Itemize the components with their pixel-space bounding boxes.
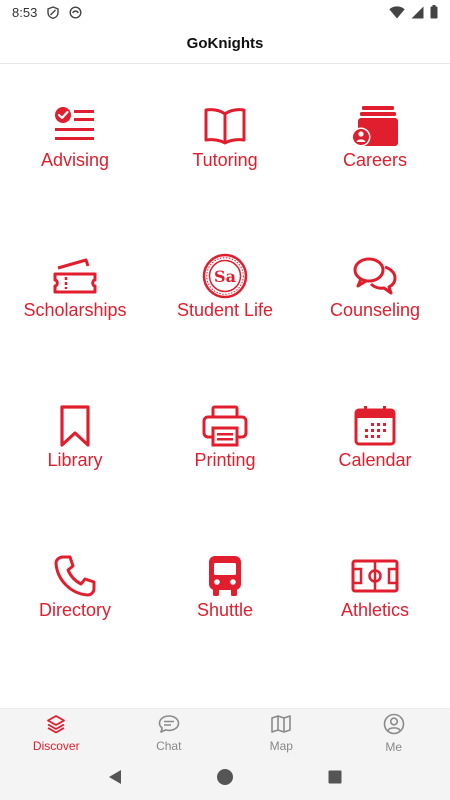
- back-button[interactable]: [103, 767, 127, 791]
- tile-directory[interactable]: Directory: [0, 514, 150, 664]
- chat-bubbles-icon: [351, 254, 399, 298]
- recents-button[interactable]: [323, 767, 347, 791]
- bookmark-icon: [51, 404, 99, 448]
- printer-icon: [201, 404, 249, 448]
- tile-student-life[interactable]: Sa Student Life: [150, 214, 300, 364]
- system-nav-bar: [0, 758, 450, 800]
- nav-chat[interactable]: Chat: [113, 709, 226, 758]
- ticket-icon: [51, 254, 99, 298]
- tile-advising[interactable]: Advising: [0, 64, 150, 214]
- layers-icon: [46, 714, 66, 737]
- tile-label: Shuttle: [196, 600, 254, 620]
- tile-label: Calendar: [338, 450, 412, 470]
- tile-label: Student Life: [176, 300, 274, 320]
- discover-grid: Advising Tutoring Careers Scholarships S…: [0, 64, 450, 708]
- tile-label: Directory: [38, 600, 111, 620]
- tile-label: Library: [47, 450, 103, 470]
- tile-printing[interactable]: Printing: [150, 364, 300, 514]
- tile-label: Scholarships: [23, 300, 127, 320]
- bottom-nav: Discover Chat Map Me: [0, 708, 450, 758]
- status-time: 8:53: [12, 4, 38, 20]
- signal-icon: [411, 6, 424, 19]
- app-header: GoKnights: [0, 24, 450, 64]
- field-icon: [351, 554, 399, 598]
- tile-label: Printing: [194, 450, 256, 470]
- tile-label: Athletics: [340, 600, 410, 620]
- student-life-logo-text: Sa: [214, 267, 236, 286]
- tile-scholarships[interactable]: Scholarships: [0, 214, 150, 364]
- nav-me[interactable]: Me: [338, 709, 450, 758]
- tile-shuttle[interactable]: Shuttle: [150, 514, 300, 664]
- nav-label: Discover: [32, 739, 80, 753]
- student-life-logo-icon: Sa: [201, 253, 249, 299]
- careers-icon: [351, 104, 399, 148]
- tile-counseling[interactable]: Counseling: [300, 214, 450, 364]
- nav-map[interactable]: Map: [225, 709, 338, 758]
- tile-calendar[interactable]: Calendar: [300, 364, 450, 514]
- tile-label: Tutoring: [192, 150, 258, 170]
- tile-label: Careers: [342, 150, 408, 170]
- page-title: GoKnights: [186, 35, 264, 52]
- shield-icon: [47, 5, 60, 19]
- tile-label: Advising: [40, 150, 110, 170]
- notification-icon: [69, 5, 82, 19]
- checklist-icon: [51, 104, 99, 148]
- recents-square-icon: [328, 770, 342, 789]
- home-circle-icon: [216, 768, 234, 791]
- nav-label: Chat: [156, 739, 182, 753]
- nav-label: Me: [385, 740, 403, 754]
- nav-discover[interactable]: Discover: [0, 709, 113, 758]
- tile-careers[interactable]: Careers: [300, 64, 450, 214]
- back-triangle-icon: [108, 769, 122, 790]
- tile-athletics[interactable]: Athletics: [300, 514, 450, 664]
- map-icon: [270, 714, 292, 737]
- user-icon: [383, 713, 405, 738]
- nav-label: Map: [269, 739, 293, 753]
- tile-label: Counseling: [329, 300, 421, 320]
- home-button[interactable]: [213, 767, 237, 791]
- battery-icon: [430, 5, 438, 19]
- tile-library[interactable]: Library: [0, 364, 150, 514]
- book-icon: [201, 104, 249, 148]
- bus-icon: [201, 554, 249, 598]
- tile-tutoring[interactable]: Tutoring: [150, 64, 300, 214]
- wifi-icon: [389, 5, 405, 19]
- status-bar: 8:53: [0, 0, 450, 24]
- calendar-icon: [351, 404, 399, 448]
- chat-icon: [158, 714, 180, 737]
- phone-icon: [51, 554, 99, 598]
